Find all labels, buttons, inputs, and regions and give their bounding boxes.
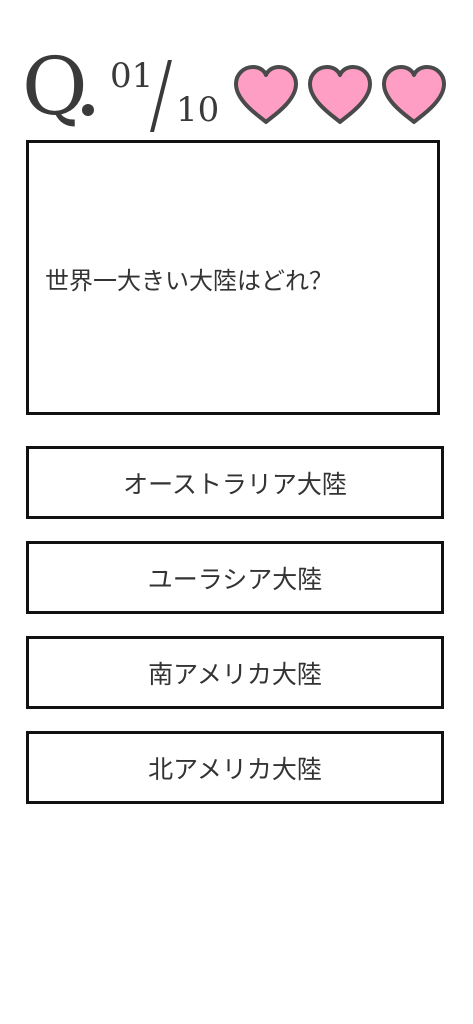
heart-icon [234,65,298,124]
answer-button-4[interactable]: 北アメリカ大陸 [26,731,444,804]
question-text: 世界一大きい大陸はどれ？ [45,267,333,295]
question-prefix: Q [22,40,88,133]
question-card: 世界一大きい大陸はどれ？ [26,140,440,415]
heart-icon [308,65,372,124]
heart-icon [382,65,446,124]
question-prefix-dot [82,104,94,116]
question-number-total: 10 [176,90,220,130]
quiz-header: Q 01 10 [0,0,473,140]
question-number-separator [150,60,172,132]
question-number-current: 01 [110,56,154,96]
answer-button-2[interactable]: ユーラシア大陸 [26,541,444,614]
lives-indicator [232,64,452,130]
answer-button-1[interactable]: オーストラリア大陸 [26,446,444,519]
answer-button-3[interactable]: 南アメリカ大陸 [26,636,444,709]
